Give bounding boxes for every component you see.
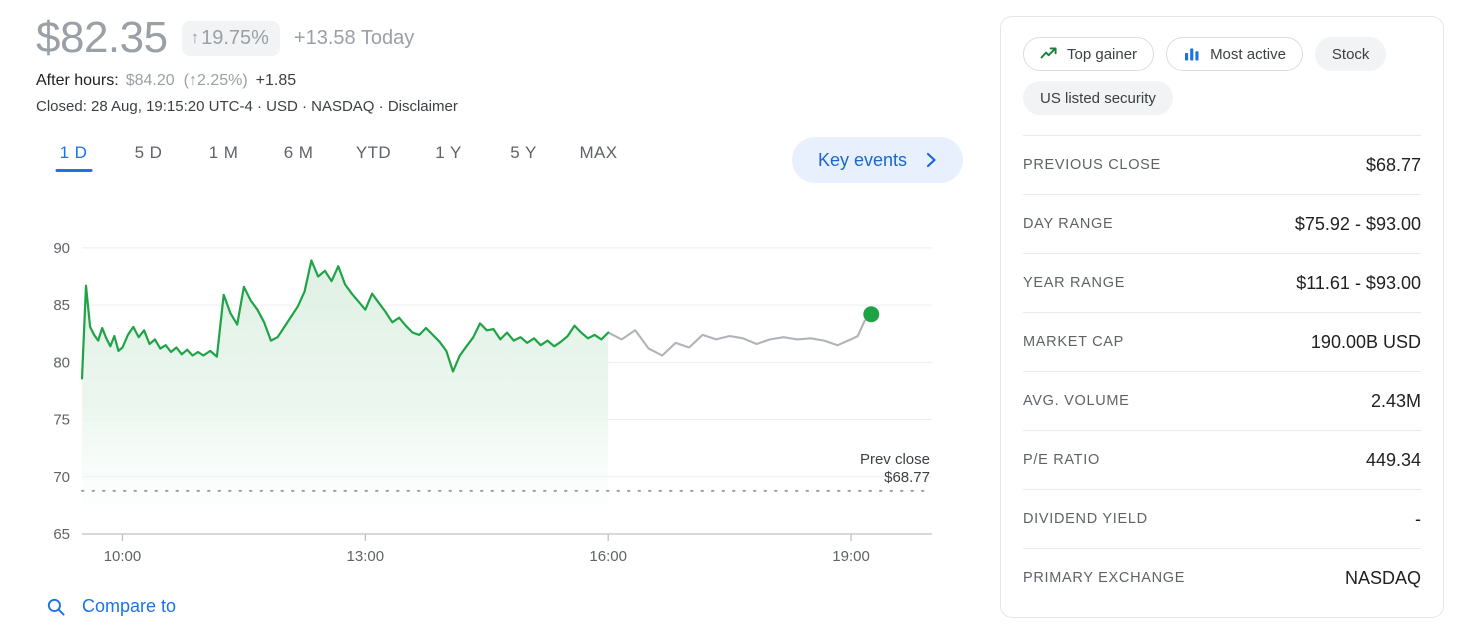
change-absolute: +13.58 Today — [293, 27, 415, 49]
price-chart-svg[interactable]: 90 85 80 75 70 65 Prev close $68.77 10:00 13:0… — [36, 205, 966, 565]
stat-row-market-cap: MARKET CAP 190.00B USD — [1023, 312, 1421, 371]
range-tab-ytd[interactable]: YTD — [336, 142, 411, 172]
chart-x-axis-ticks — [121, 534, 852, 541]
stat-row-previous-close: PREVIOUS CLOSE $68.77 — [1023, 135, 1421, 194]
svg-text:10:00: 10:00 — [104, 548, 142, 565]
chart-area-fill — [82, 260, 609, 506]
change-percent-value: 19.75% — [201, 26, 269, 49]
range-tab-1d[interactable]: 1 D — [36, 142, 111, 172]
stat-value: $11.61 - $93.00 — [1296, 272, 1421, 293]
tag-chips: Top gainer Most active Stock US listed s… — [1023, 37, 1421, 115]
svg-text:90: 90 — [53, 240, 70, 257]
trending-up-icon — [1040, 45, 1058, 63]
svg-text:65: 65 — [53, 526, 70, 543]
stat-row-primary-exchange: PRIMARY EXCHANGE NASDAQ — [1023, 548, 1421, 607]
bar-chart-icon — [1183, 45, 1201, 63]
chip-label: Most active — [1210, 45, 1286, 63]
stat-label: P/E RATIO — [1023, 452, 1100, 468]
stats-table: PREVIOUS CLOSE $68.77 DAY RANGE $75.92 -… — [1023, 135, 1421, 607]
stock-quote-page: $82.35 ↑ 19.75% +13.58 Today After hours… — [0, 0, 1472, 635]
after-hours-line — [607, 313, 873, 357]
stat-row-pe-ratio: P/E RATIO 449.34 — [1023, 430, 1421, 489]
svg-text:80: 80 — [53, 354, 70, 371]
key-events-label: Key events — [818, 149, 908, 170]
range-tab-5y[interactable]: 5 Y — [486, 142, 561, 172]
svg-text:19:00: 19:00 — [832, 548, 870, 565]
svg-text:75: 75 — [53, 412, 70, 429]
stat-value: 2.43M — [1370, 390, 1421, 411]
quote-and-chart-pane: $82.35 ↑ 19.75% +13.58 Today After hours… — [0, 0, 985, 635]
after-hours-row: After hours: $84.20 (↑2.25%) +1.85 — [36, 70, 966, 91]
disclaimer-link[interactable]: Disclaimer — [388, 98, 458, 115]
stat-label: DAY RANGE — [1023, 216, 1114, 232]
stat-value: - — [1415, 508, 1421, 529]
stat-value: $68.77 — [1365, 154, 1421, 175]
after-hours-percent: (↑2.25%) — [183, 72, 248, 89]
stock-info-card: Top gainer Most active Stock US listed s… — [1000, 16, 1444, 618]
stat-row-dividend-yield: DIVIDEND YIELD - — [1023, 489, 1421, 548]
after-hours-label: After hours: — [36, 72, 119, 89]
change-percent-badge: ↑ 19.75% — [181, 20, 280, 56]
search-icon — [46, 597, 66, 617]
chip-top-gainer[interactable]: Top gainer — [1023, 37, 1155, 71]
range-tab-max[interactable]: MAX — [561, 142, 636, 172]
chip-label: Stock — [1331, 45, 1370, 63]
stat-label: DIVIDEND YIELD — [1023, 511, 1148, 527]
stat-label: PRIMARY EXCHANGE — [1023, 570, 1186, 586]
up-arrow-icon: ↑ — [190, 27, 200, 47]
svg-text:85: 85 — [53, 297, 70, 314]
chevron-right-icon — [921, 150, 941, 170]
price-row: $82.35 ↑ 19.75% +13.58 Today — [36, 14, 966, 62]
stat-row-year-range: YEAR RANGE $11.61 - $93.00 — [1023, 253, 1421, 312]
svg-text:13:00: 13:00 — [347, 548, 385, 565]
compare-to-label: Compare to — [82, 596, 177, 616]
after-hours-change: +1.85 — [255, 72, 297, 89]
stat-row-avg-volume: AVG. VOLUME 2.43M — [1023, 371, 1421, 430]
svg-text:70: 70 — [53, 469, 70, 486]
stat-label: YEAR RANGE — [1023, 275, 1126, 291]
prev-close-label: Prev close — [860, 451, 930, 468]
stat-label: PREVIOUS CLOSE — [1023, 157, 1161, 173]
prev-close-value: $68.77 — [884, 469, 930, 486]
price-chart[interactable]: 90 85 80 75 70 65 Prev close $68.77 10:00 13:0… — [36, 205, 966, 565]
svg-text:16:00: 16:00 — [589, 548, 627, 565]
after-hours-price: $84.20 — [125, 72, 175, 89]
stat-value: 449.34 — [1365, 449, 1421, 470]
stat-value: $75.92 - $93.00 — [1294, 213, 1421, 234]
compare-to-button[interactable]: Compare to — [46, 596, 176, 617]
quote-header: $82.35 ↑ 19.75% +13.58 Today After hours… — [36, 14, 966, 117]
stat-label: AVG. VOLUME — [1023, 393, 1130, 409]
chip-us-listed-security[interactable]: US listed security — [1023, 81, 1173, 115]
closed-timestamp: Closed: 28 Aug, 19:15:20 UTC-4 · USD · N… — [36, 98, 388, 115]
chip-most-active[interactable]: Most active — [1166, 37, 1303, 71]
chip-stock[interactable]: Stock — [1314, 37, 1387, 71]
current-price-marker — [863, 306, 880, 323]
range-tab-1y[interactable]: 1 Y — [411, 142, 486, 172]
key-events-button[interactable]: Key events — [792, 137, 964, 183]
stat-value: NASDAQ — [1344, 567, 1421, 588]
stat-label: MARKET CAP — [1023, 334, 1125, 350]
range-tab-1m[interactable]: 1 M — [186, 142, 261, 172]
stat-row-day-range: DAY RANGE $75.92 - $93.00 — [1023, 194, 1421, 253]
market-status-row: Closed: 28 Aug, 19:15:20 UTC-4 · USD · N… — [36, 97, 966, 117]
chart-y-axis-labels: 90 85 80 75 70 65 — [53, 240, 70, 543]
chart-x-axis-labels: 10:00 13:00 16:00 19:00 — [104, 548, 870, 565]
stat-value: 190.00B USD — [1310, 331, 1421, 352]
range-tab-5d[interactable]: 5 D — [111, 142, 186, 172]
current-price: $82.35 — [36, 13, 168, 62]
chip-label: Top gainer — [1067, 45, 1138, 63]
range-tab-6m[interactable]: 6 M — [261, 142, 336, 172]
chip-label: US listed security — [1040, 89, 1156, 107]
